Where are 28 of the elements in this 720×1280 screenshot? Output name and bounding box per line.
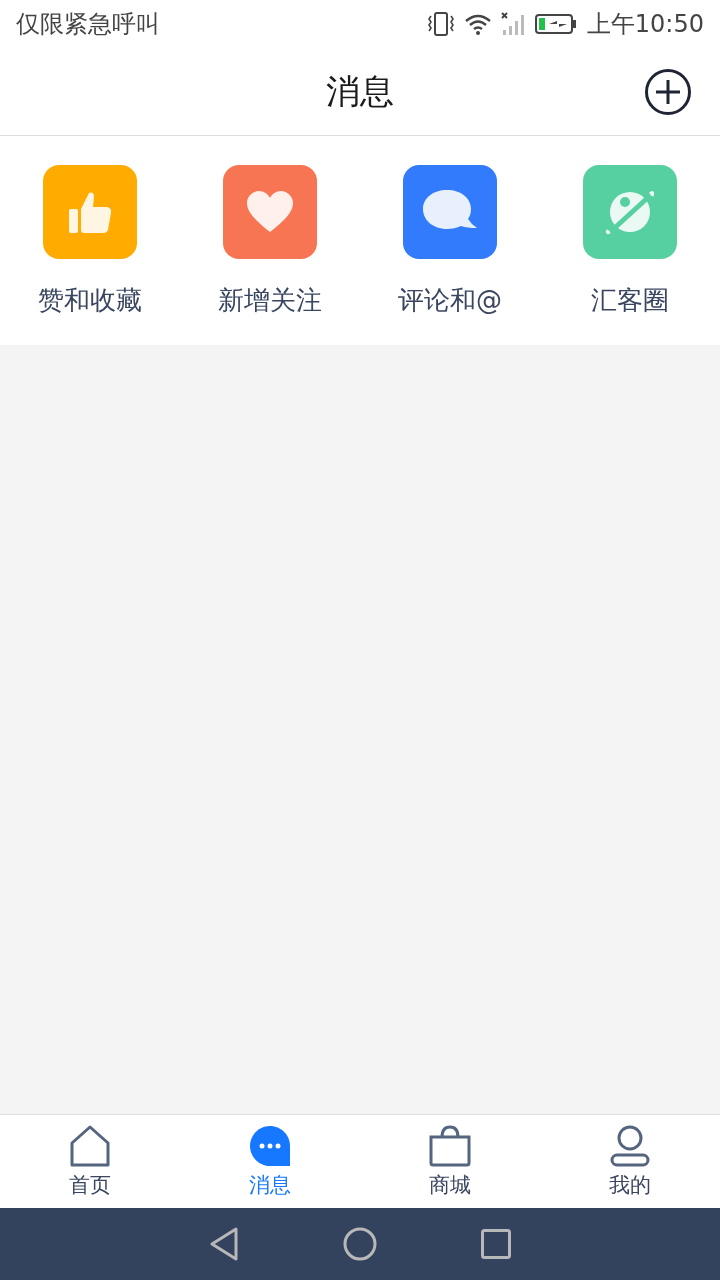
tab-bar-item[interactable]: 首页 (0, 1115, 180, 1208)
square-icon[interactable] (481, 1229, 511, 1259)
status-text: 仅限紧急呼叫 (16, 9, 160, 40)
signal-icon (500, 12, 525, 36)
add-button[interactable] (644, 68, 692, 116)
back-icon[interactable] (209, 1227, 239, 1261)
shortcut-label: 评论和@ (398, 284, 502, 317)
clock: 上午10:50 (586, 9, 704, 40)
shortcut-button[interactable]: 新增关注 (180, 136, 360, 345)
wifi-icon (464, 13, 491, 35)
vibrate-icon (426, 12, 455, 36)
bag-icon (429, 1124, 471, 1167)
shortcut-button[interactable]: 评论和@ (360, 136, 540, 345)
shortcut-label: 汇客圈 (591, 284, 669, 317)
shortcut-label: 新增关注 (218, 284, 322, 317)
chat-bubble-icon (249, 1124, 291, 1167)
tab-bar-item[interactable]: 我的 (540, 1115, 720, 1208)
home-icon (70, 1124, 110, 1167)
heart-icon (245, 190, 295, 234)
page-title: 消息 (326, 69, 394, 113)
tab-bar-item[interactable]: 消息 (180, 1115, 360, 1208)
person-icon (610, 1124, 650, 1167)
home-circle-icon[interactable] (343, 1227, 377, 1261)
shortcut-button[interactable]: 汇客圈 (540, 136, 720, 345)
shortcut-label: 赞和收藏 (38, 284, 142, 317)
tab-bar-item[interactable]: 商城 (360, 1115, 540, 1208)
battery-icon (534, 13, 577, 35)
shortcut-button[interactable]: 赞和收藏 (0, 136, 180, 345)
